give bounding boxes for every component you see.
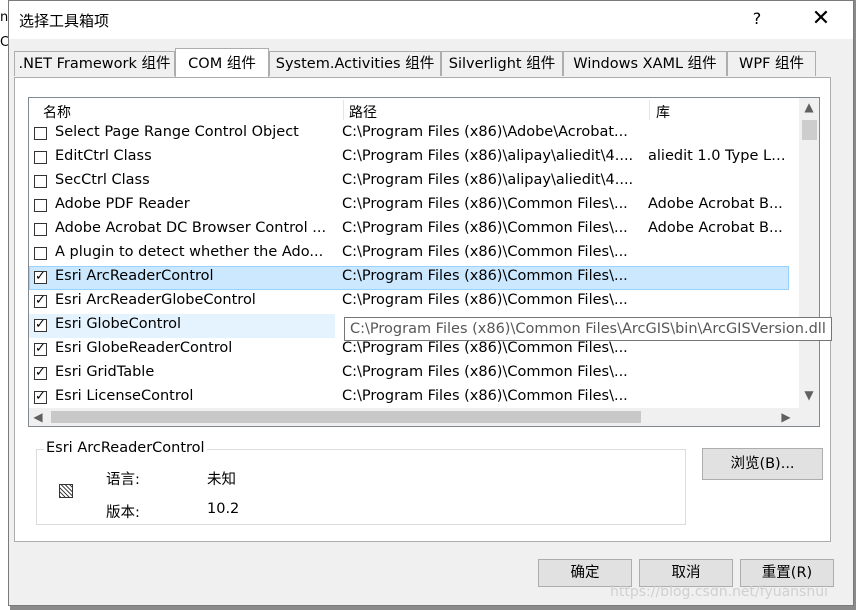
item-path: C:\Program Files (x86)\Common Files\... xyxy=(342,220,628,236)
item-path: C:\Program Files (x86)\Adobe\Acrobat... xyxy=(342,124,628,140)
list-item[interactable]: Adobe Acrobat DC Browser Control ... C:\… xyxy=(29,218,789,242)
watermark: https://blog.csdn.net/fyuanshui xyxy=(610,584,828,600)
item-checkbox[interactable] xyxy=(34,199,47,212)
scroll-thumb[interactable] xyxy=(51,411,641,423)
list-item[interactable]: Select Page Range Control Object C:\Prog… xyxy=(29,122,789,146)
title-bar: 选择工具箱项 ? ✕ xyxy=(9,1,853,39)
scroll-left-icon[interactable]: ◀ xyxy=(29,408,47,426)
list-item[interactable]: Adobe PDF Reader C:\Program Files (x86)\… xyxy=(29,194,789,218)
list-item[interactable]: ✓ Esri GridTable C:\Program Files (x86)\… xyxy=(29,362,789,386)
item-path: C:\Program Files (x86)\Common Files\... xyxy=(342,268,628,284)
item-checkbox[interactable]: ✓ xyxy=(34,365,47,380)
language-label: 语言: xyxy=(106,472,140,488)
scroll-right-icon[interactable]: ▶ xyxy=(777,408,795,426)
list-item[interactable]: A plugin to detect whether the Ado... C:… xyxy=(29,242,789,266)
list-item[interactable]: ✓ Esri GlobeReaderControl C:\Program Fil… xyxy=(29,338,789,362)
item-checkbox[interactable] xyxy=(34,175,47,188)
check-mark-icon: ✓ xyxy=(35,269,46,284)
column-divider[interactable] xyxy=(343,100,344,120)
item-name: Esri LicenseControl xyxy=(55,388,194,404)
item-name: Esri ArcReaderGlobeControl xyxy=(55,292,256,308)
column-header-path[interactable]: 路径 xyxy=(349,102,377,122)
list-item[interactable]: SecCtrl Class C:\Program Files (x86)\ali… xyxy=(29,170,789,194)
column-header-library[interactable]: 库 xyxy=(656,102,670,122)
item-path: C:\Program Files (x86)\Common Files\... xyxy=(342,292,628,308)
item-checkbox[interactable] xyxy=(34,247,47,260)
list-item[interactable]: EditCtrl Class C:\Program Files (x86)\al… xyxy=(29,146,789,170)
scroll-down-icon[interactable]: ▼ xyxy=(799,386,819,404)
check-mark-icon: ✓ xyxy=(35,293,46,308)
item-path: C:\Program Files (x86)\Common Files\... xyxy=(342,196,628,212)
version-value: 10.2 xyxy=(207,501,240,517)
item-name: EditCtrl Class xyxy=(55,148,152,164)
scroll-up-icon[interactable]: ▲ xyxy=(799,98,819,116)
vertical-scrollbar[interactable]: ▲ ▼ xyxy=(799,98,819,408)
item-path: C:\Program Files (x86)\alipay\aliedit\4.… xyxy=(342,172,634,188)
check-mark-icon: ✓ xyxy=(35,389,46,404)
item-name: Adobe PDF Reader xyxy=(55,196,190,212)
item-name: Esri GlobeControl xyxy=(55,316,181,332)
item-checkbox[interactable]: ✓ xyxy=(34,317,47,332)
item-name: A plugin to detect whether the Ado... xyxy=(55,244,324,260)
list-header: 名称 路径 库 xyxy=(29,98,789,122)
help-button[interactable]: ? xyxy=(747,9,767,28)
item-checkbox[interactable]: ✓ xyxy=(34,269,47,284)
item-library: Adobe Acrobat B... xyxy=(648,196,783,212)
horizontal-scrollbar[interactable]: ◀ ▶ xyxy=(29,408,799,426)
item-checkbox[interactable] xyxy=(34,127,47,140)
tab-system-activities[interactable]: System.Activities 组件 xyxy=(269,51,441,76)
background-text: n xyxy=(0,10,9,25)
item-library: Adobe Acrobat B... xyxy=(648,220,783,236)
list-rows: Select Page Range Control Object C:\Prog… xyxy=(29,122,789,408)
browse-button[interactable]: 浏览(B)... xyxy=(702,448,823,480)
item-path: C:\Program Files (x86)\Common Files\... xyxy=(342,364,628,380)
item-name: Select Page Range Control Object xyxy=(55,124,299,140)
item-path: C:\Program Files (x86)\alipay\aliedit\4.… xyxy=(342,148,634,164)
tab-silverlight[interactable]: Silverlight 组件 xyxy=(441,51,563,76)
item-name: SecCtrl Class xyxy=(55,172,150,188)
item-path: C:\Program Files (x86)\Common Files\... xyxy=(342,388,628,404)
check-mark-icon: ✓ xyxy=(35,317,46,332)
reset-button[interactable]: 重置(R) xyxy=(740,559,834,587)
item-checkbox[interactable] xyxy=(34,223,47,236)
ok-button[interactable]: 确定 xyxy=(538,559,632,587)
item-path: C:\Program Files (x86)\Common Files\... xyxy=(342,340,628,356)
item-path: C:\Program Files (x86)\Common Files\... xyxy=(342,244,628,260)
item-checkbox[interactable] xyxy=(34,151,47,164)
item-name: Adobe Acrobat DC Browser Control ... xyxy=(55,220,327,236)
tab-wpf[interactable]: WPF 组件 xyxy=(727,51,816,76)
item-name: Esri GlobeReaderControl xyxy=(55,340,233,356)
list-item[interactable]: ✓ Esri LicenseControl C:\Program Files (… xyxy=(29,386,789,408)
check-mark-icon: ✓ xyxy=(35,341,46,356)
close-button[interactable]: ✕ xyxy=(809,7,833,31)
dialog-title: 选择工具箱项 xyxy=(19,12,110,30)
details-group-title: Esri ArcReaderControl xyxy=(44,440,207,456)
tab-dotnet-framework[interactable]: .NET Framework 组件 xyxy=(14,51,175,76)
column-header-name[interactable]: 名称 xyxy=(43,102,71,122)
path-tooltip: C:\Program Files (x86)\Common Files\ArcG… xyxy=(344,317,832,341)
language-value: 未知 xyxy=(207,472,236,488)
column-divider[interactable] xyxy=(649,100,650,120)
version-label: 版本: xyxy=(106,505,140,521)
cancel-button[interactable]: 取消 xyxy=(639,559,733,587)
scroll-corner xyxy=(799,408,819,426)
item-checkbox[interactable]: ✓ xyxy=(34,389,47,404)
item-name: Esri GridTable xyxy=(55,364,155,380)
scroll-thumb[interactable] xyxy=(802,120,817,140)
tab-windows-xaml[interactable]: Windows XAML 组件 xyxy=(563,51,727,76)
list-item[interactable]: ✓ Esri ArcReaderGlobeControl C:\Program … xyxy=(29,290,789,314)
item-checkbox[interactable]: ✓ xyxy=(34,293,47,308)
item-library: aliedit 1.0 Type Li... xyxy=(648,148,788,164)
com-components-list[interactable]: 名称 路径 库 Select Page Range Control Object… xyxy=(28,97,820,427)
component-icon xyxy=(59,484,73,498)
item-name: Esri ArcReaderControl xyxy=(55,268,214,284)
list-item-selected[interactable]: ✓ Esri ArcReaderControl C:\Program Files… xyxy=(29,266,789,290)
tab-com-components[interactable]: COM 组件 xyxy=(175,48,269,77)
check-mark-icon: ✓ xyxy=(35,365,46,380)
item-checkbox[interactable]: ✓ xyxy=(34,341,47,356)
